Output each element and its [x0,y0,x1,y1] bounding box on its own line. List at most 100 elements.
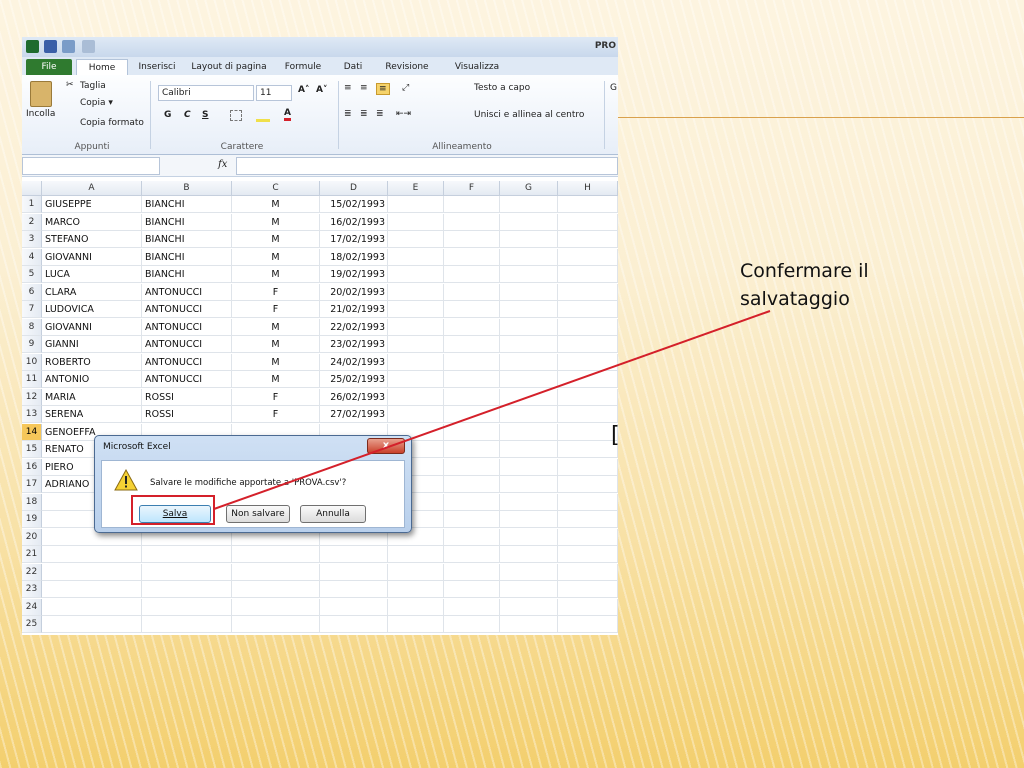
table-cell[interactable] [558,336,618,353]
align-center-icon[interactable]: ≣ [360,109,368,119]
fx-icon[interactable]: fx [218,159,227,170]
column-header-c[interactable]: C [232,181,320,196]
table-cell[interactable]: ANTONUCCI [142,283,232,301]
table-cell[interactable]: STEFANO [42,231,142,248]
table-cell[interactable]: LUCA [42,266,142,283]
table-cell[interactable]: SERENA [42,406,142,423]
font-color-icon[interactable]: A [284,108,291,121]
paste-icon[interactable] [30,81,52,107]
table-cell[interactable] [500,336,558,353]
table-cell[interactable] [444,458,500,476]
row-header[interactable]: 15 [22,441,42,458]
table-cell[interactable]: MARCO [42,213,142,231]
table-cell[interactable]: ANTONUCCI [142,318,232,336]
row-header[interactable]: 21 [22,546,42,563]
table-cell[interactable] [388,546,444,563]
tab-view[interactable]: Visualizza [446,59,508,75]
table-cell[interactable]: 26/02/1993 [320,388,388,406]
table-cell[interactable] [142,616,232,633]
table-cell[interactable] [558,266,618,283]
table-cell[interactable] [500,546,558,563]
table-cell[interactable]: ROSSI [142,388,232,406]
table-cell[interactable]: M [232,196,320,213]
table-cell[interactable] [500,616,558,633]
cancel-button[interactable]: Annulla [300,505,366,523]
borders-icon[interactable] [230,110,242,121]
table-cell[interactable] [444,301,500,318]
table-cell[interactable] [142,581,232,598]
table-cell[interactable]: ANTONUCCI [142,301,232,318]
table-cell[interactable] [388,318,444,336]
table-cell[interactable] [500,563,558,581]
table-cell[interactable] [444,616,500,633]
table-cell[interactable]: BIANCHI [142,248,232,266]
table-cell[interactable] [444,493,500,511]
indent-icon[interactable]: ⇤⇥ [396,109,411,119]
format-painter-button[interactable]: Copia formato [80,118,144,128]
table-cell[interactable]: M [232,353,320,371]
row-header[interactable]: 11 [22,371,42,388]
table-cell[interactable] [388,598,444,616]
table-cell[interactable] [500,406,558,423]
table-cell[interactable] [388,581,444,598]
table-cell[interactable] [388,353,444,371]
font-size-select[interactable]: 11 [256,85,292,101]
dont-save-button[interactable]: Non salvare [226,505,290,523]
row-header[interactable]: 5 [22,266,42,283]
table-cell[interactable] [232,581,320,598]
table-cell[interactable] [500,318,558,336]
table-cell[interactable]: ROSSI [142,406,232,423]
row-header[interactable]: 8 [22,318,42,336]
row-header[interactable]: 7 [22,301,42,318]
table-cell[interactable] [500,598,558,616]
row-header[interactable]: 1 [22,196,42,213]
row-header[interactable]: 4 [22,248,42,266]
table-cell[interactable] [558,423,618,441]
row-header[interactable]: 3 [22,231,42,248]
column-header-g[interactable]: G [500,181,558,196]
formula-input[interactable] [236,157,618,175]
column-header-a[interactable]: A [42,181,142,196]
table-cell[interactable] [444,318,500,336]
table-cell[interactable] [388,406,444,423]
table-cell[interactable]: MARIA [42,388,142,406]
table-cell[interactable] [320,598,388,616]
table-cell[interactable]: M [232,318,320,336]
table-cell[interactable] [558,546,618,563]
tab-insert[interactable]: Inserisci [132,59,182,75]
table-cell[interactable] [320,616,388,633]
table-cell[interactable] [320,563,388,581]
table-cell[interactable] [558,371,618,388]
align-top-icon[interactable]: ≡ [344,83,352,93]
table-cell[interactable] [444,476,500,493]
row-header[interactable]: 6 [22,283,42,301]
table-cell[interactable] [388,301,444,318]
table-cell[interactable]: BIANCHI [142,213,232,231]
table-cell[interactable] [500,511,558,528]
table-cell[interactable] [42,616,142,633]
table-cell[interactable] [42,546,142,563]
copy-button[interactable]: Copia ▾ [80,98,113,108]
fill-color-icon[interactable] [256,110,270,122]
select-all-corner[interactable] [22,181,42,196]
table-cell[interactable] [558,441,618,458]
table-cell[interactable] [558,301,618,318]
table-cell[interactable] [444,546,500,563]
table-cell[interactable] [558,388,618,406]
table-cell[interactable]: GIOVANNI [42,318,142,336]
row-header[interactable]: 24 [22,598,42,616]
table-cell[interactable] [558,406,618,423]
table-cell[interactable] [500,371,558,388]
table-cell[interactable] [500,353,558,371]
table-cell[interactable] [142,546,232,563]
table-cell[interactable] [500,388,558,406]
table-cell[interactable] [500,528,558,546]
table-cell[interactable] [388,616,444,633]
table-cell[interactable] [444,336,500,353]
table-cell[interactable] [444,213,500,231]
table-cell[interactable] [388,248,444,266]
row-header[interactable]: 12 [22,388,42,406]
column-header-e[interactable]: E [388,181,444,196]
table-cell[interactable] [320,581,388,598]
row-header[interactable]: 9 [22,336,42,353]
